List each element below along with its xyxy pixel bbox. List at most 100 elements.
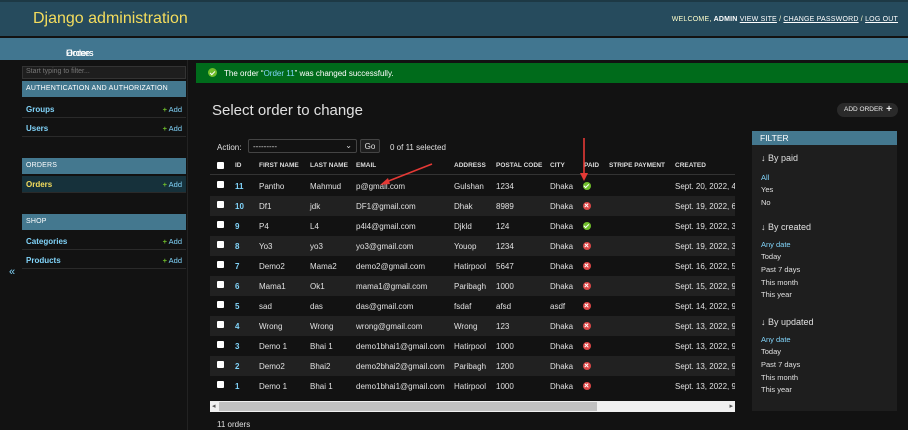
cell-email: demo2@gmail.com bbox=[356, 262, 426, 271]
sidebar-item-label[interactable]: Users bbox=[26, 124, 48, 133]
add-users-link[interactable]: + Add bbox=[163, 124, 182, 133]
success-message-text: The order “Order 11” was changed success… bbox=[224, 68, 394, 78]
go-button[interactable]: Go bbox=[360, 139, 380, 153]
paginator: 11 orders bbox=[217, 420, 251, 429]
row-checkbox[interactable] bbox=[217, 381, 224, 388]
log-out-link[interactable]: LOG OUT bbox=[865, 16, 898, 23]
row-checkbox[interactable] bbox=[217, 361, 224, 368]
filter-option[interactable]: Today bbox=[761, 252, 781, 261]
filter-option[interactable]: This year bbox=[761, 385, 792, 394]
sidebar-filter-input[interactable]: Start typing to filter... bbox=[22, 66, 186, 79]
filter-option[interactable]: No bbox=[761, 198, 771, 207]
order-id-link[interactable]: 4 bbox=[235, 322, 239, 331]
filter-option[interactable]: Any date bbox=[761, 240, 791, 249]
scroll-right-icon[interactable]: ▸ bbox=[729, 402, 733, 410]
cell-last: yo3 bbox=[310, 242, 323, 251]
cell-city: Dhaka bbox=[550, 282, 574, 291]
order-id-link[interactable]: 3 bbox=[235, 342, 239, 351]
filter-option[interactable]: This month bbox=[761, 278, 798, 287]
sidebar-item-label[interactable]: Products bbox=[26, 256, 61, 265]
cell-first: P4 bbox=[259, 222, 269, 231]
add-order-button[interactable]: ADD ORDER + bbox=[837, 103, 898, 117]
separator: / bbox=[860, 16, 863, 23]
cell-address: Djkld bbox=[454, 222, 472, 231]
column-header[interactable]: CITY bbox=[550, 162, 565, 169]
module-caption-shop[interactable]: SHOP bbox=[22, 214, 186, 230]
column-header[interactable]: POSTAL CODE bbox=[496, 162, 542, 169]
column-header[interactable]: ID bbox=[235, 162, 242, 169]
cell-address: Paribagh bbox=[454, 362, 487, 371]
order-link[interactable]: Order 11 bbox=[264, 69, 295, 78]
column-header[interactable]: LAST NAME bbox=[310, 162, 348, 169]
filter-option[interactable]: This year bbox=[761, 290, 792, 299]
column-header[interactable]: ADDRESS bbox=[454, 162, 486, 169]
select-all-checkbox[interactable] bbox=[217, 162, 224, 169]
cell-first: Demo 1 bbox=[259, 342, 288, 351]
add-products-link[interactable]: + Add bbox=[163, 256, 182, 265]
filter-option[interactable]: Past 7 days bbox=[761, 360, 800, 369]
column-header[interactable]: EMAIL bbox=[356, 162, 376, 169]
row-checkbox[interactable] bbox=[217, 321, 224, 328]
filter-option[interactable]: Past 7 days bbox=[761, 265, 800, 274]
site-brand[interactable]: Django administration bbox=[33, 10, 188, 28]
cell-email: demo1bhai1@gmail.com bbox=[356, 382, 445, 391]
row-checkbox[interactable] bbox=[217, 281, 224, 288]
row-checkbox[interactable] bbox=[217, 261, 224, 268]
order-id-link[interactable]: 10 bbox=[235, 202, 244, 211]
order-id-link[interactable]: 2 bbox=[235, 362, 239, 371]
changelist-filter: FILTER ↓ By paid All Yes No ↓ By created Any … bbox=[752, 131, 897, 411]
sidebar-item-label[interactable]: Categories bbox=[26, 237, 67, 246]
column-header[interactable]: CREATED bbox=[675, 162, 706, 169]
sidebar-item-users[interactable]: Users + Add bbox=[22, 120, 186, 137]
add-categories-link[interactable]: + Add bbox=[163, 237, 182, 246]
sidebar-item-products[interactable]: Products + Add bbox=[22, 252, 186, 269]
cell-city: Dhaka bbox=[550, 182, 574, 191]
cell-address: Dhak bbox=[454, 202, 473, 211]
view-site-link[interactable]: VIEW SITE bbox=[740, 16, 777, 23]
action-select[interactable]: --------- ⌄ bbox=[248, 139, 357, 153]
row-checkbox[interactable] bbox=[217, 201, 224, 208]
row-checkbox[interactable] bbox=[217, 341, 224, 348]
sidebar-item-label[interactable]: Orders bbox=[26, 180, 52, 189]
order-id-link[interactable]: 6 bbox=[235, 282, 239, 291]
cell-address: fsdaf bbox=[454, 302, 472, 311]
order-id-link[interactable]: 7 bbox=[235, 262, 239, 271]
sidebar-item-categories[interactable]: Categories + Add bbox=[22, 233, 186, 250]
order-id-link[interactable]: 11 bbox=[235, 182, 243, 191]
action-label: Action: bbox=[217, 143, 242, 152]
row-checkbox[interactable] bbox=[217, 301, 224, 308]
add-orders-link[interactable]: + Add bbox=[163, 180, 182, 189]
add-groups-link[interactable]: + Add bbox=[163, 105, 182, 114]
filter-option[interactable]: Today bbox=[761, 347, 781, 356]
filter-option[interactable]: All bbox=[761, 173, 769, 182]
plus-icon: + bbox=[162, 256, 167, 265]
cell-address: Wrong bbox=[454, 322, 478, 331]
sidebar-item-orders[interactable]: Orders + Add bbox=[22, 176, 186, 193]
sidebar-item-label[interactable]: Groups bbox=[26, 105, 54, 114]
cell-last: L4 bbox=[310, 222, 319, 231]
paid-no-icon bbox=[583, 301, 591, 310]
column-header[interactable]: FIRST NAME bbox=[259, 162, 299, 169]
column-header[interactable]: STRIPE PAYMENT bbox=[609, 162, 665, 169]
filter-option[interactable]: This month bbox=[761, 373, 798, 382]
row-checkbox[interactable] bbox=[217, 241, 224, 248]
column-header[interactable]: PAID bbox=[584, 162, 599, 169]
row-checkbox[interactable] bbox=[217, 181, 224, 188]
order-id-link[interactable]: 9 bbox=[235, 222, 239, 231]
change-password-link[interactable]: CHANGE PASSWORD bbox=[783, 16, 858, 23]
filter-option[interactable]: Any date bbox=[761, 335, 791, 344]
module-caption-orders[interactable]: ORDERS bbox=[22, 158, 186, 174]
toggle-sidebar-icon[interactable]: « bbox=[9, 266, 15, 278]
row-checkbox[interactable] bbox=[217, 221, 224, 228]
cell-first: Df1 bbox=[259, 202, 272, 211]
scrollbar-thumb[interactable] bbox=[219, 402, 597, 411]
scroll-left-icon[interactable]: ◂ bbox=[212, 402, 216, 410]
module-caption-auth[interactable]: AUTHENTICATION AND AUTHORIZATION bbox=[22, 81, 186, 97]
horizontal-scrollbar[interactable]: ◂ ▸ bbox=[210, 401, 735, 412]
chevron-down-icon: ⌄ bbox=[345, 141, 352, 150]
order-id-link[interactable]: 8 bbox=[235, 242, 239, 251]
filter-option[interactable]: Yes bbox=[761, 185, 773, 194]
order-id-link[interactable]: 5 bbox=[235, 302, 239, 311]
order-id-link[interactable]: 1 bbox=[235, 382, 239, 391]
sidebar-item-groups[interactable]: Groups + Add bbox=[22, 101, 186, 118]
